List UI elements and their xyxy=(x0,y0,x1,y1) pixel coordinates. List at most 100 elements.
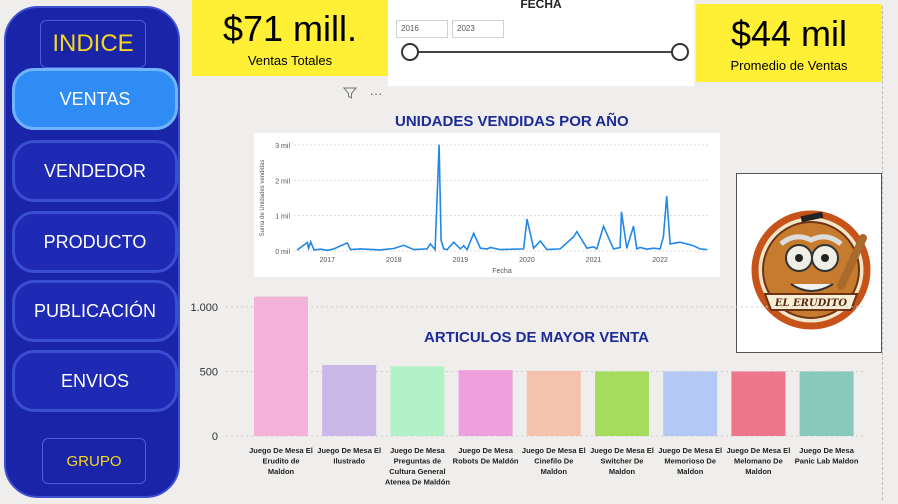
units-sold-point xyxy=(308,247,310,249)
units-sold-point xyxy=(576,230,578,233)
units-sold-point xyxy=(662,236,665,238)
product-bar[interactable] xyxy=(390,366,445,436)
product-bar[interactable] xyxy=(731,371,786,436)
units-sold-point xyxy=(692,245,694,247)
units-sold-point xyxy=(596,248,598,250)
units-sold-point xyxy=(438,144,440,146)
units-sold-point xyxy=(426,248,428,250)
line-x-tick-label: 2019 xyxy=(453,257,469,264)
kpi-average-sales-value: $44 mil xyxy=(730,12,848,54)
slider-start-handle[interactable] xyxy=(401,43,419,61)
units-sold-point xyxy=(636,248,638,250)
nav-button-publicacion[interactable]: PUBLICACIÓN xyxy=(12,280,178,342)
top-products-bar-chart: 0 500 1.000 Juego De Mesa El Erudito de Maldo… xyxy=(186,286,876,504)
product-bar[interactable] xyxy=(254,296,308,436)
line-y-tick-label: 0 mil xyxy=(275,249,290,256)
end-date-input[interactable]: 2023 xyxy=(452,20,504,38)
units-sold-point xyxy=(646,248,648,250)
units-sold-point xyxy=(440,239,442,241)
start-date-input[interactable]: 2016 xyxy=(396,20,448,38)
product-bar[interactable] xyxy=(663,371,718,436)
product-category-label: Juego De Mesa El Switcher De Maldon xyxy=(590,446,654,476)
units-sold-point xyxy=(706,248,708,251)
units-sold-point xyxy=(333,248,335,250)
product-bar[interactable] xyxy=(595,371,649,436)
units-sold-point xyxy=(619,246,621,249)
product-category-label: Juego De Mesa El Melomano De Maldon xyxy=(727,446,791,476)
units-sold-point xyxy=(602,225,605,227)
line-chart-title: UNIDADES VENDIDAS POR AÑO xyxy=(395,113,629,130)
product-category-label: Juego De Mesa Preguntas de Cultura General… xyxy=(385,446,450,487)
filter-icon[interactable] xyxy=(340,83,360,103)
product-category-label: Juego De Mesa El Erudito de Maldon xyxy=(249,446,313,476)
nav-button-ventas[interactable]: VENTAS xyxy=(12,68,178,130)
units-sold-point xyxy=(592,246,595,248)
line-x-tick-label: 2020 xyxy=(519,257,535,264)
date-slicer: FECHA 2016 2023 xyxy=(388,0,694,86)
slider-end-handle[interactable] xyxy=(671,43,689,61)
units-sold-point xyxy=(466,248,468,251)
units-sold-point xyxy=(632,225,635,227)
more-options-icon[interactable]: ··· xyxy=(366,83,386,103)
line-y-tick-label: 3 mil xyxy=(275,143,290,150)
units-sold-point xyxy=(393,247,395,250)
units-sold-point xyxy=(669,243,671,245)
units-sold-point xyxy=(539,240,541,242)
kpi-average-sales-label: Promedio de Ventas xyxy=(730,57,848,73)
units-sold-point xyxy=(434,248,436,251)
bar-y-tick-label: 1.000 xyxy=(190,302,218,314)
units-sold-point xyxy=(463,245,465,247)
units-sold-point xyxy=(499,248,501,251)
units-sold-point xyxy=(486,248,488,250)
line-x-axis-label: Fecha xyxy=(492,268,512,275)
units-sold-point xyxy=(429,243,432,245)
units-sold-point xyxy=(620,211,623,213)
index-title: INDICE xyxy=(40,20,146,68)
product-category-label: Juego De Mesa Panic Lab Maldon xyxy=(795,446,859,466)
line-y-tick-label: 2 mil xyxy=(275,178,290,185)
units-sold-point xyxy=(349,248,352,251)
units-sold-point xyxy=(313,249,315,251)
units-sold-point xyxy=(459,248,461,250)
product-bar[interactable] xyxy=(526,370,581,436)
units-sold-point xyxy=(523,248,525,250)
kpi-average-sales: $44 mil Promedio de Ventas xyxy=(696,4,882,82)
sidebar: INDICE VENTAS VENDEDOR PRODUCTO PUBLICAC… xyxy=(4,6,180,498)
units-sold-point xyxy=(306,241,308,244)
kpi-total-sales-label: Ventas Totales xyxy=(247,52,333,68)
units-sold-point xyxy=(443,248,445,250)
units-line-chart: 0 mil 1 mil 2 mil 3 mil 2017 2018 2019 2020 2021… xyxy=(254,133,720,277)
units-sold-point xyxy=(586,247,588,249)
nav-button-envios[interactable]: ENVIOS xyxy=(12,350,178,412)
units-sold-point xyxy=(379,249,382,251)
product-category-label: Juego De Mesa El Cinefilo De Maldon xyxy=(522,446,586,476)
units-sold-point xyxy=(359,248,362,250)
units-sold-point xyxy=(310,241,312,243)
bar-y-tick-label: 500 xyxy=(200,366,218,378)
units-sold-point xyxy=(473,232,475,234)
line-y-tick-label: 1 mil xyxy=(275,214,290,221)
product-category-label: Juego De Mesa Robots De Maldón xyxy=(453,446,519,466)
units-sold-point xyxy=(699,248,701,250)
date-slicer-title: FECHA xyxy=(520,0,562,11)
kpi-total-sales: $71 mill. Ventas Totales xyxy=(192,0,388,76)
nav-button-producto[interactable]: PRODUCTO xyxy=(12,211,178,273)
product-bar[interactable] xyxy=(799,371,854,436)
units-sold-point xyxy=(453,241,455,243)
nav-button-vendedor[interactable]: VENDEDOR xyxy=(12,140,178,202)
slider-track[interactable] xyxy=(406,51,676,53)
product-category-label: Juego De Mesa El Memorioso De Maldon xyxy=(658,446,722,476)
units-sold-point xyxy=(513,248,515,250)
visual-toolbar: ··· xyxy=(340,83,386,103)
units-sold-point xyxy=(320,248,322,250)
units-sold-point xyxy=(533,247,535,249)
units-sold-series-line xyxy=(296,144,707,252)
bar-y-tick-label: 0 xyxy=(212,431,218,443)
product-bar[interactable] xyxy=(458,370,513,436)
units-sold-point xyxy=(572,236,575,238)
units-sold-point xyxy=(679,241,681,243)
units-sold-point xyxy=(386,248,388,250)
product-bar[interactable] xyxy=(322,365,377,436)
group-button[interactable]: GRUPO xyxy=(42,438,146,484)
units-sold-point xyxy=(446,248,448,251)
